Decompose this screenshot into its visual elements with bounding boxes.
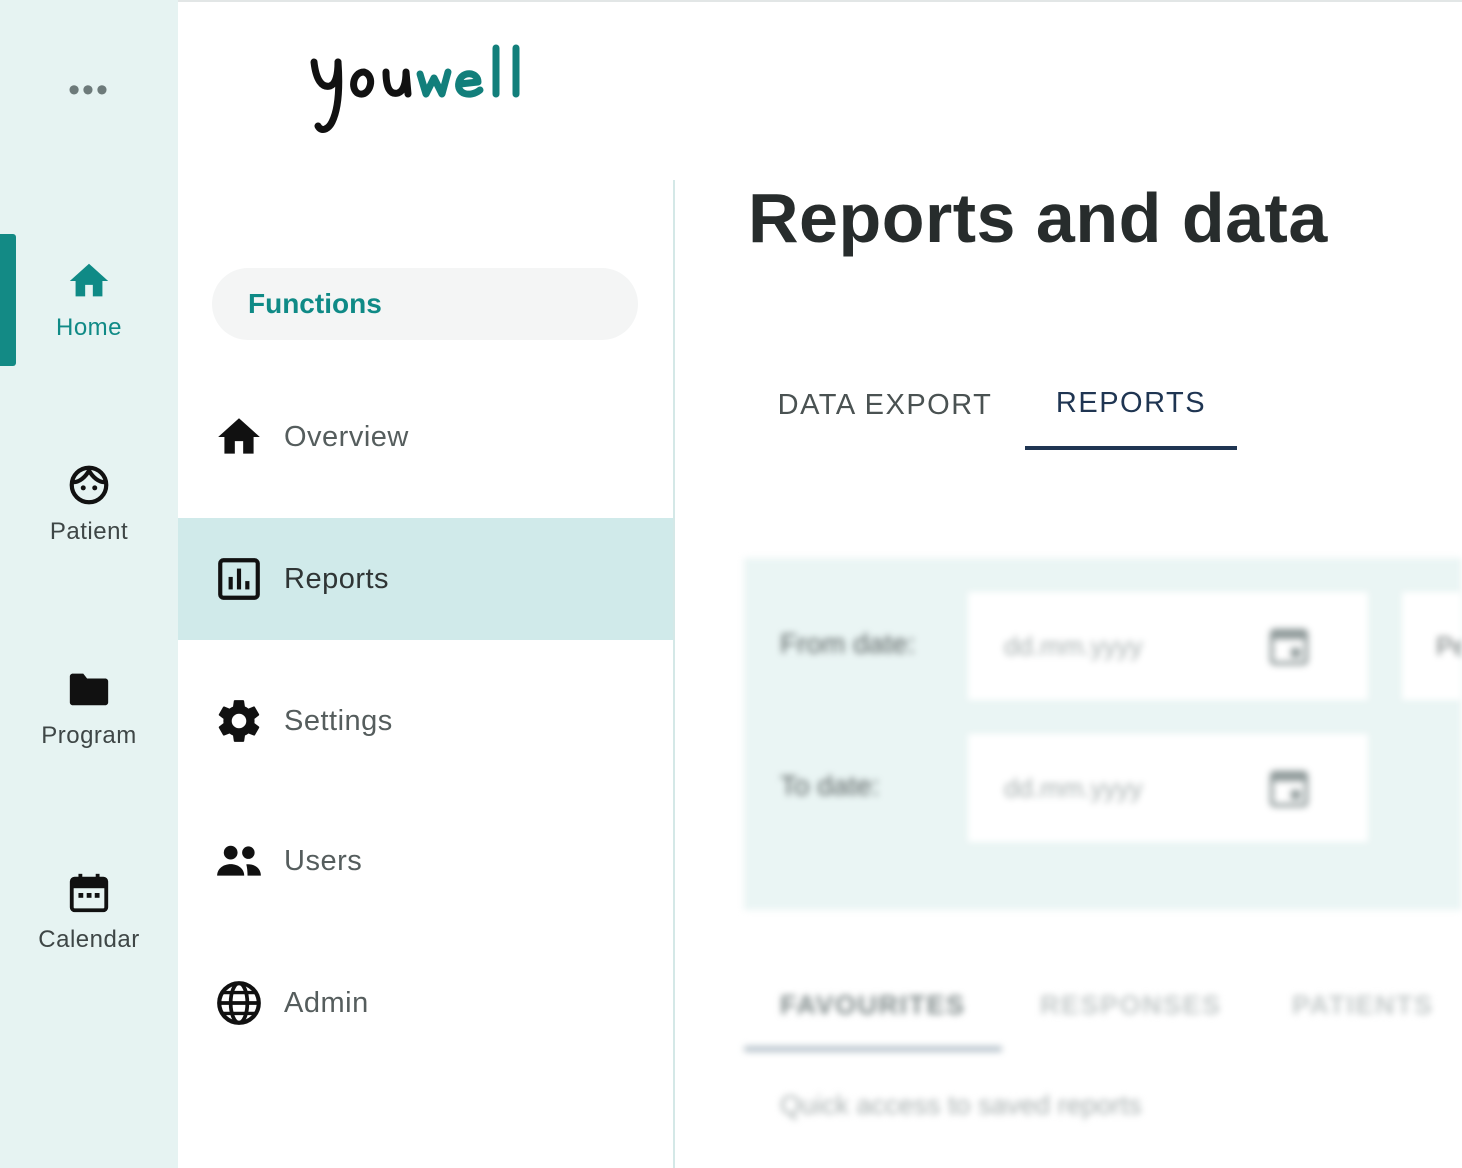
to-date-label: To date: xyxy=(780,770,880,801)
folder-icon xyxy=(69,673,109,706)
rail-item-program[interactable]: Program xyxy=(0,642,178,774)
patient-face-icon xyxy=(69,465,109,505)
calendar-icon[interactable] xyxy=(1266,764,1312,812)
sidebar-item-settings[interactable]: Settings xyxy=(178,660,673,782)
subtab-responses[interactable]: RESPONSES xyxy=(1040,960,1222,1050)
subtab-favourites[interactable]: FAVOURITES xyxy=(780,960,966,1050)
section-label: Functions xyxy=(248,288,382,319)
sidebar-item-admin[interactable]: Admin xyxy=(178,942,673,1064)
tab-data-export[interactable]: DATA EXPORT xyxy=(762,360,1008,450)
gear-icon xyxy=(218,700,260,742)
users-icon xyxy=(217,845,261,876)
calendar-icon xyxy=(69,873,109,913)
functions-section-header: Functions xyxy=(212,268,638,340)
from-date-label: From date: xyxy=(780,628,916,659)
logo-text: youwell xyxy=(306,40,310,41)
bar-chart-icon xyxy=(218,558,260,600)
to-date-placeholder: dd.mm.yyyy xyxy=(1004,772,1143,803)
from-date-input[interactable]: dd.mm.yyyy xyxy=(968,592,1368,700)
subtab-label: FAVOURITES xyxy=(780,989,966,1020)
sidebar-item-label: Reports xyxy=(284,562,390,595)
tab-label: DATA EXPORT xyxy=(777,388,993,421)
sidebar-item-reports[interactable]: Reports xyxy=(178,518,673,640)
youwell-logo[interactable]: youwell xyxy=(306,40,556,150)
top-border xyxy=(0,0,1462,2)
rail-item-patient[interactable]: Patient xyxy=(0,438,178,570)
third-filter-input[interactable]: Pe xyxy=(1402,592,1462,700)
calendar-icon[interactable] xyxy=(1266,622,1312,670)
sidebar-item-label: Users xyxy=(284,844,363,877)
third-filter-label: Pe xyxy=(1436,630,1462,661)
rail-item-label: Program xyxy=(41,722,137,749)
sidebar-item-label: Overview xyxy=(284,420,409,453)
page-title: Reports and data xyxy=(748,179,1328,257)
rail-item-label: Patient xyxy=(49,518,129,545)
rail-item-label: Home xyxy=(55,314,123,341)
primary-rail: ••• Home Patient Program Calendar xyxy=(0,0,178,1168)
more-icon: ••• xyxy=(68,71,110,109)
subtab-label: PATIENTS xyxy=(1292,989,1434,1020)
subtab-patients[interactable]: PATIENTS xyxy=(1292,960,1434,1050)
from-date-placeholder: dd.mm.yyyy xyxy=(1004,630,1143,661)
subtab-label: RESPONSES xyxy=(1040,989,1222,1020)
subtab-active-indicator xyxy=(744,1046,1002,1052)
more-menu-button[interactable]: ••• xyxy=(0,62,178,118)
rail-item-home[interactable]: Home xyxy=(0,234,178,366)
home-icon xyxy=(218,418,260,454)
favourites-hint: Quick access to saved reports xyxy=(780,1090,1142,1120)
to-date-input[interactable]: dd.mm.yyyy xyxy=(968,734,1368,842)
tab-label: REPORTS xyxy=(1055,386,1207,419)
globe-icon xyxy=(217,981,261,1025)
rail-item-calendar[interactable]: Calendar xyxy=(0,846,178,978)
sidebar-item-label: Settings xyxy=(284,704,393,737)
sidebar-item-label: Admin xyxy=(284,986,369,1019)
sidebar-item-overview[interactable]: Overview xyxy=(178,376,673,498)
rail-item-label: Calendar xyxy=(38,926,140,953)
sidebar-divider xyxy=(673,180,675,1168)
home-icon xyxy=(69,263,109,297)
sidebar-item-users[interactable]: Users xyxy=(178,800,673,922)
tab-reports[interactable]: REPORTS xyxy=(1025,360,1237,450)
